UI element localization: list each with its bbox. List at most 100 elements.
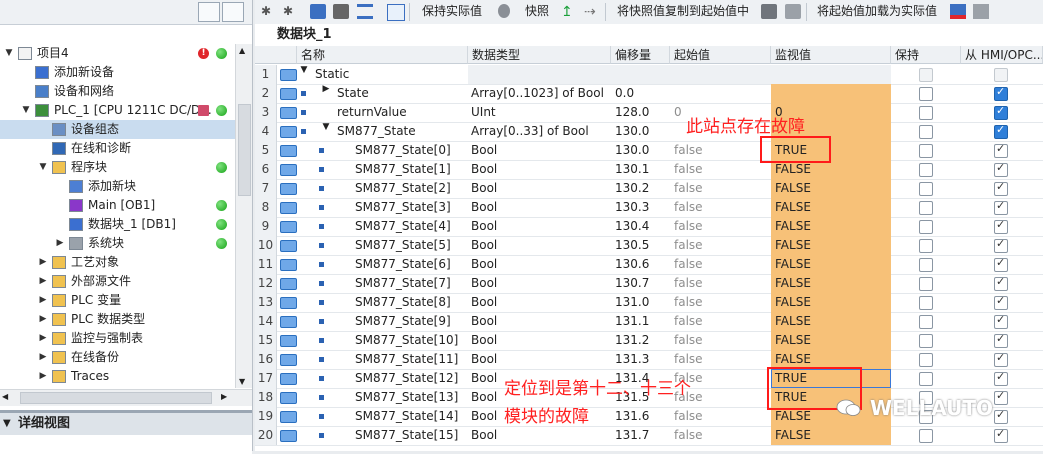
expand-down-icon[interactable]: ▼ bbox=[21, 101, 31, 120]
cell-start-value[interactable] bbox=[670, 65, 771, 84]
hmi-accessible-checkbox[interactable] bbox=[994, 275, 1008, 291]
table-row[interactable]: 5 SM877_State[0] Bool 130.0 false TRUE bbox=[255, 141, 1043, 161]
retain-checkbox[interactable] bbox=[919, 87, 933, 101]
monitor-all-icon[interactable] bbox=[387, 4, 405, 21]
cell-start-value[interactable]: false bbox=[670, 160, 771, 179]
cell-start-value[interactable]: false bbox=[670, 350, 771, 369]
cell-type[interactable]: UInt bbox=[468, 103, 611, 122]
hmi-accessible-checkbox[interactable] bbox=[994, 332, 1008, 348]
hmi-accessible-checkbox[interactable] bbox=[994, 237, 1008, 253]
hmi-accessible-checkbox[interactable] bbox=[994, 180, 1008, 196]
cell-type[interactable]: Bool bbox=[468, 274, 611, 293]
collapse-row-icon[interactable]: ▼ bbox=[321, 122, 331, 132]
tree-item[interactable]: ▶ 系统块 bbox=[0, 234, 235, 253]
column-header-name[interactable]: 名称 bbox=[297, 46, 468, 64]
table-row[interactable]: 15 SM877_State[10] Bool 131.2 false FALSE bbox=[255, 331, 1043, 351]
project-tree-vertical-scrollbar[interactable]: ▲ ▼ bbox=[235, 44, 252, 388]
retain-checkbox[interactable] bbox=[919, 125, 933, 139]
cell-name[interactable]: SM877_State[8] bbox=[355, 293, 468, 312]
cell-start-value[interactable]: false bbox=[670, 217, 771, 236]
expand-row-icon[interactable]: ▶ bbox=[321, 84, 331, 94]
cell-type[interactable]: Bool bbox=[468, 198, 611, 217]
retain-checkbox[interactable] bbox=[919, 353, 933, 367]
cell-name[interactable]: SM877_State[15] bbox=[355, 426, 468, 445]
hmi-accessible-checkbox[interactable] bbox=[994, 370, 1008, 386]
tree-item[interactable]: 设备组态 bbox=[0, 120, 235, 139]
cell-name[interactable]: SM877_State[11] bbox=[355, 350, 468, 369]
cell-start-value[interactable]: false bbox=[670, 179, 771, 198]
retain-checkbox[interactable] bbox=[919, 277, 933, 291]
cell-name[interactable]: SM877_State[3] bbox=[355, 198, 468, 217]
expand-right-icon[interactable]: ▶ bbox=[38, 272, 48, 291]
cell-type[interactable]: Bool bbox=[468, 160, 611, 179]
retain-checkbox[interactable] bbox=[919, 182, 933, 196]
table-row[interactable]: 7 SM877_State[2] Bool 130.2 false FALSE bbox=[255, 179, 1043, 199]
tree-item[interactable]: ▶ 监控与强制表 bbox=[0, 329, 235, 348]
table-row[interactable]: 1 ▼ Static bbox=[255, 65, 1043, 85]
cell-name[interactable]: Static bbox=[315, 65, 468, 84]
expand-right-icon[interactable]: ▶ bbox=[38, 329, 48, 348]
insert-row-icon[interactable]: ✱ bbox=[261, 4, 277, 19]
hmi-accessible-checkbox[interactable] bbox=[994, 199, 1008, 215]
copy-snapshot-button[interactable]: 将快照值复制到起始值中 bbox=[617, 4, 749, 19]
tree-item[interactable]: ▶ 在线备份 bbox=[0, 348, 235, 367]
cell-type[interactable]: Bool bbox=[468, 350, 611, 369]
project-tree-horizontal-scrollbar[interactable]: ◀ ▶ bbox=[0, 389, 252, 406]
cell-name[interactable]: SM877_State[9] bbox=[355, 312, 468, 331]
expand-right-icon[interactable]: ▶ bbox=[55, 234, 65, 253]
cell-start-value[interactable]: false bbox=[670, 141, 771, 160]
retain-checkbox[interactable] bbox=[919, 429, 933, 443]
cell-type[interactable]: Bool bbox=[468, 255, 611, 274]
add-row-icon[interactable]: ✱ bbox=[283, 4, 299, 19]
retain-checkbox[interactable] bbox=[919, 239, 933, 253]
cell-type[interactable]: Bool bbox=[468, 236, 611, 255]
tree-item[interactable]: 数据块_1 [DB1] bbox=[0, 215, 235, 234]
hmi-accessible-checkbox[interactable] bbox=[994, 104, 1008, 120]
table-row[interactable]: 20 SM877_State[15] Bool 131.7 false FALSE bbox=[255, 426, 1043, 446]
hmi-accessible-checkbox[interactable] bbox=[994, 427, 1008, 443]
tree-item[interactable]: 设备和网络 bbox=[0, 82, 235, 101]
table-row[interactable]: 9 SM877_State[4] Bool 130.4 false FALSE bbox=[255, 217, 1043, 237]
column-header-retain[interactable]: 保持 bbox=[891, 46, 961, 64]
list-icon[interactable] bbox=[357, 4, 373, 19]
cell-type[interactable] bbox=[468, 65, 611, 84]
retain-checkbox[interactable] bbox=[919, 144, 933, 158]
hscroll-thumb[interactable] bbox=[20, 392, 212, 404]
cell-type[interactable]: Bool bbox=[468, 141, 611, 160]
expand-right-icon[interactable]: ▶ bbox=[38, 367, 48, 386]
scroll-right-icon[interactable]: ▶ bbox=[221, 392, 227, 401]
cell-name[interactable]: SM877_State bbox=[337, 122, 468, 141]
tree-item[interactable]: ▶ 外部源文件 bbox=[0, 272, 235, 291]
cell-start-value[interactable]: false bbox=[670, 236, 771, 255]
scroll-left-icon[interactable]: ◀ bbox=[2, 392, 8, 401]
cell-type[interactable]: Array[0..1023] of Bool bbox=[468, 84, 611, 103]
scroll-thumb[interactable] bbox=[238, 104, 251, 196]
upload-arrow-icon[interactable]: ↥ bbox=[561, 4, 577, 20]
cell-start-value[interactable]: false bbox=[670, 407, 771, 426]
table-row[interactable]: 11 SM877_State[6] Bool 130.6 false FALSE bbox=[255, 255, 1043, 275]
column-header-hmi[interactable]: 从 HMI/OPC... bbox=[961, 46, 1043, 64]
retain-checkbox[interactable] bbox=[919, 372, 933, 386]
table-row[interactable]: 2 ▶ State Array[0..1023] of Bool 0.0 bbox=[255, 84, 1043, 104]
cell-name[interactable]: SM877_State[6] bbox=[355, 255, 468, 274]
load-start-button[interactable]: 将起始值加载为实际值 bbox=[817, 4, 937, 19]
table-row[interactable]: 4 ▼ SM877_State Array[0..33] of Bool 130.0 bbox=[255, 122, 1043, 142]
download-all-icon[interactable] bbox=[973, 4, 989, 19]
hmi-accessible-checkbox[interactable] bbox=[994, 123, 1008, 139]
snapshot-button[interactable]: 快照 bbox=[525, 4, 549, 19]
expand-right-icon[interactable]: ▶ bbox=[38, 348, 48, 367]
retain-checkbox[interactable] bbox=[919, 258, 933, 272]
cell-type[interactable]: Bool bbox=[468, 217, 611, 236]
tree-item[interactable]: ▼ 项目4! bbox=[0, 44, 235, 63]
cell-start-value[interactable]: false bbox=[670, 331, 771, 350]
retain-checkbox[interactable] bbox=[919, 106, 933, 120]
scroll-up-icon[interactable]: ▲ bbox=[239, 46, 245, 55]
cell-type[interactable]: Bool bbox=[468, 312, 611, 331]
retain-checkbox[interactable] bbox=[919, 315, 933, 329]
cell-start-value[interactable]: false bbox=[670, 312, 771, 331]
tree-item[interactable]: Main [OB1] bbox=[0, 196, 235, 215]
cell-name[interactable]: SM877_State[5] bbox=[355, 236, 468, 255]
tree-item[interactable]: ▼ 程序块 bbox=[0, 158, 235, 177]
hmi-accessible-checkbox[interactable] bbox=[994, 68, 1008, 82]
retain-checkbox[interactable] bbox=[919, 201, 933, 215]
